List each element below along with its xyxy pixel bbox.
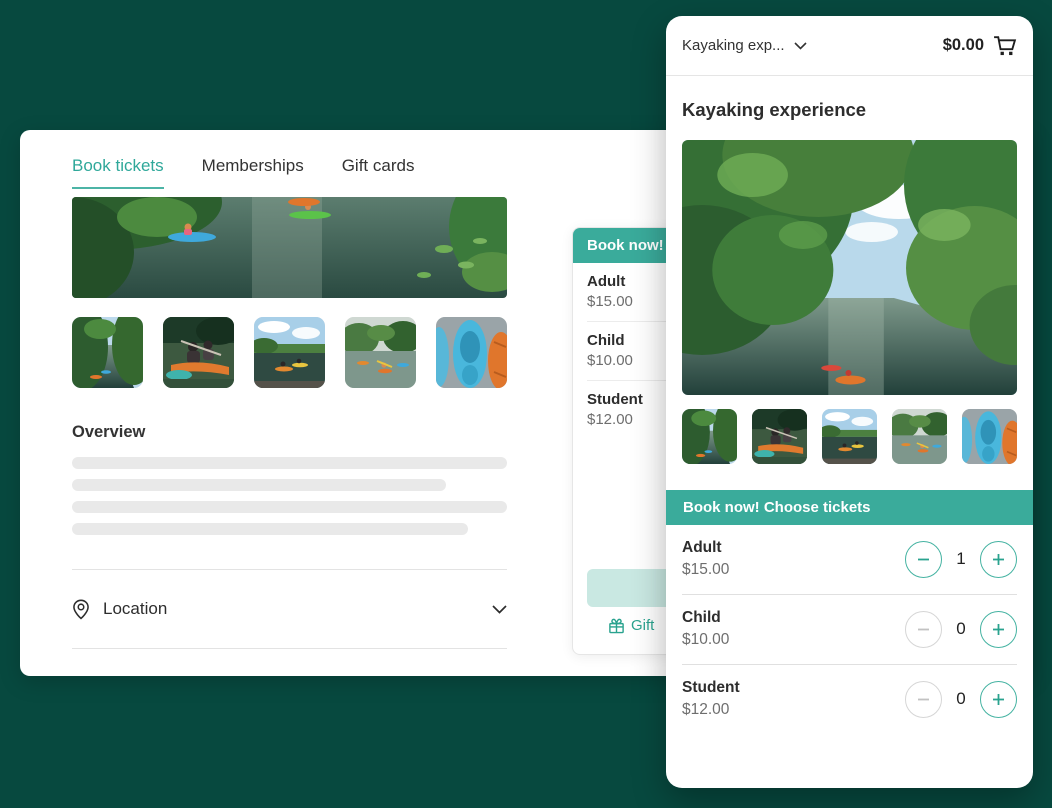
minus-button[interactable] xyxy=(905,611,942,648)
plus-button[interactable] xyxy=(980,681,1017,718)
widget-thumbnail-5[interactable] xyxy=(962,409,1017,464)
widget-thumbnail-4[interactable] xyxy=(892,409,947,464)
section-divider xyxy=(72,648,507,649)
gift-link[interactable]: Gift xyxy=(608,617,654,634)
product-selector[interactable]: Kayaking exp... xyxy=(682,37,807,54)
ticket-list: Adult $15.00 1 Child $10.00 xyxy=(666,525,1033,734)
ticket-price: $15.00 xyxy=(682,561,729,579)
widget-header: Kayaking exp... $0.00 xyxy=(666,16,1033,76)
widget-thumbnail-2[interactable] xyxy=(752,409,807,464)
quantity-value: 0 xyxy=(955,619,967,639)
ticket-name: Child xyxy=(682,609,729,627)
quantity-stepper: 0 xyxy=(905,681,1017,718)
quantity-stepper: 0 xyxy=(905,611,1017,648)
plus-button[interactable] xyxy=(980,541,1017,578)
gallery-thumbnail-2[interactable] xyxy=(163,317,234,388)
gallery-thumbnail-5[interactable] xyxy=(436,317,507,388)
ticket-name: Adult xyxy=(682,539,729,557)
widget-thumbnails xyxy=(682,409,1017,464)
choose-tickets-banner: Book now! Choose tickets xyxy=(666,490,1033,525)
quantity-stepper: 1 xyxy=(905,541,1017,578)
plus-button[interactable] xyxy=(980,611,1017,648)
widget-main-photo xyxy=(682,140,1017,395)
tab-memberships[interactable]: Memberships xyxy=(202,156,304,189)
ticket-row-child: Child $10.00 0 xyxy=(682,595,1017,665)
widget-thumbnail-3[interactable] xyxy=(822,409,877,464)
ticket-price: $10.00 xyxy=(682,631,729,649)
ticket-row-student: Student $12.00 0 xyxy=(682,665,1017,734)
gift-icon xyxy=(608,617,625,634)
experience-title: Kayaking experience xyxy=(682,99,1017,121)
tab-gift-cards[interactable]: Gift cards xyxy=(342,156,415,189)
location-accordion[interactable]: Location xyxy=(72,570,507,648)
skeleton-line xyxy=(72,479,446,491)
widget-thumbnail-1[interactable] xyxy=(682,409,737,464)
skeleton-line xyxy=(72,457,507,469)
ticket-price: $12.00 xyxy=(682,701,740,719)
checkout-widget-panel: Kayaking exp... $0.00 Kayaking experienc… xyxy=(666,16,1033,788)
overview-title: Overview xyxy=(72,423,507,442)
gallery-thumbnails xyxy=(72,317,507,388)
gallery-thumbnail-4[interactable] xyxy=(345,317,416,388)
cart-total: $0.00 xyxy=(943,36,984,55)
ticket-row-adult: Adult $15.00 1 xyxy=(682,525,1017,595)
shopping-cart-icon xyxy=(992,34,1017,58)
gallery-main-photo xyxy=(72,197,507,298)
skeleton-line xyxy=(72,501,507,513)
gift-link-label: Gift xyxy=(631,617,654,634)
ticket-name: Student xyxy=(682,679,740,697)
minus-button[interactable] xyxy=(905,681,942,718)
gallery-thumbnail-1[interactable] xyxy=(72,317,143,388)
gallery-thumbnail-3[interactable] xyxy=(254,317,325,388)
minus-button[interactable] xyxy=(905,541,942,578)
cart-button[interactable]: $0.00 xyxy=(943,34,1017,58)
chevron-down-icon xyxy=(794,42,807,50)
skeleton-line xyxy=(72,523,468,535)
overview-skeleton xyxy=(72,457,507,535)
tab-book-tickets[interactable]: Book tickets xyxy=(72,156,164,189)
map-pin-icon xyxy=(72,599,90,620)
product-selector-label: Kayaking exp... xyxy=(682,37,785,54)
quantity-value: 0 xyxy=(955,689,967,709)
chevron-down-icon xyxy=(492,605,507,614)
quantity-value: 1 xyxy=(955,549,967,569)
location-label: Location xyxy=(103,599,167,619)
